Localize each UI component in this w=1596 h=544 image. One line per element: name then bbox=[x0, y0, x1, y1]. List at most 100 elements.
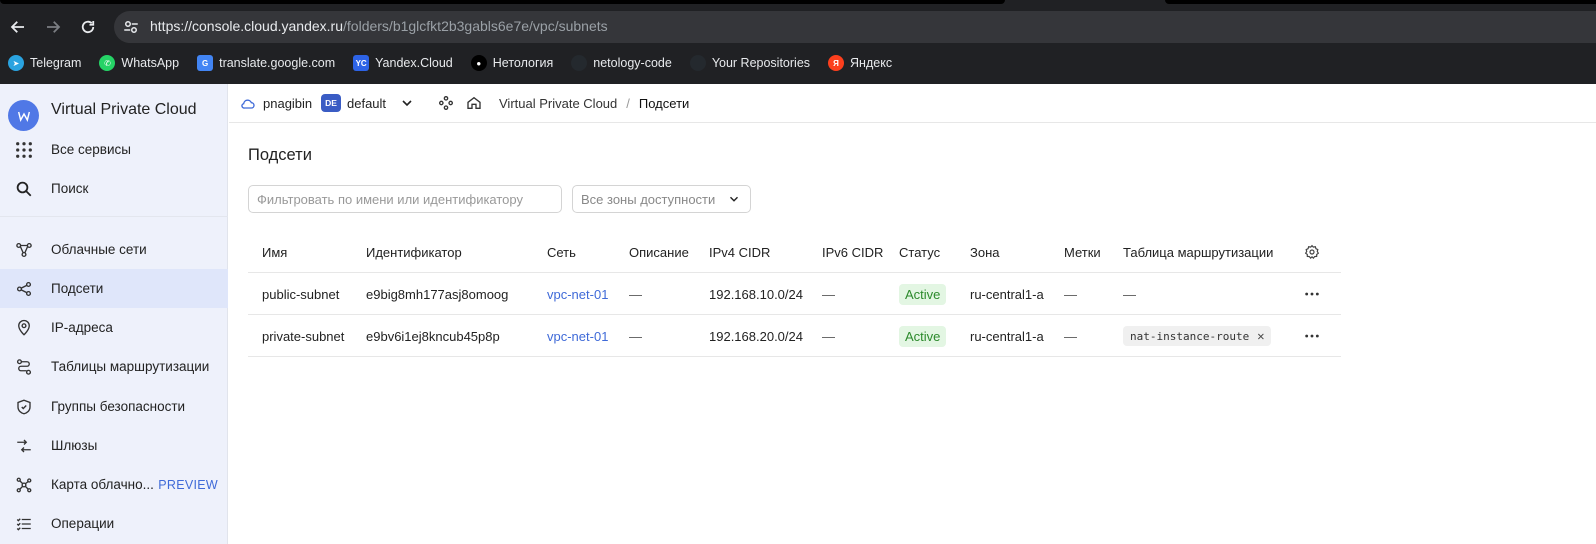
service-title-label: Virtual Private Cloud bbox=[51, 101, 197, 118]
sidebar-item-label: Все сервисы bbox=[51, 142, 131, 157]
cell-ipv6: — bbox=[822, 328, 835, 344]
sidebar-item-map[interactable]: Карта облачно... PREVIEW bbox=[0, 465, 228, 504]
sidebar-item-all-services[interactable]: Все сервисы bbox=[0, 130, 228, 169]
cell-status: Active bbox=[899, 273, 947, 315]
bookmark-item[interactable]: ➤ Telegram bbox=[8, 50, 91, 76]
table-row[interactable]: private-subnet e9bv6i1ej8kncub45p8p vpc-… bbox=[248, 315, 1341, 357]
vpc-logo-icon bbox=[8, 100, 39, 131]
yandex-icon: Я bbox=[828, 55, 845, 71]
zone-select-value: Все зоны доступности bbox=[581, 192, 716, 207]
folder-badge: DE bbox=[321, 94, 341, 112]
bookmark-item[interactable]: Gtranslate.google.com bbox=[197, 50, 345, 76]
reload-button[interactable] bbox=[75, 14, 101, 40]
sidebar-item-subnets[interactable]: Подсети bbox=[0, 269, 228, 308]
folder-name[interactable]: default bbox=[347, 96, 386, 111]
filter-field[interactable] bbox=[248, 185, 562, 213]
bookmark-label: netology-code bbox=[593, 56, 672, 70]
bookmark-item[interactable]: Я Яндекс bbox=[828, 50, 902, 76]
bookmarks-bar: ➤ Telegram ✆ WhatsApp Gtranslate.google.com Y… bbox=[0, 50, 902, 76]
cell-name[interactable]: public-subnet bbox=[262, 273, 339, 315]
column-header-zone[interactable]: Зона bbox=[970, 231, 1000, 273]
column-header-ipv6[interactable]: IPv6 CIDR bbox=[822, 231, 883, 273]
cell-id: e9big8mh177asj8omoog bbox=[366, 286, 509, 302]
sidebar-item-label: Группы безопасности bbox=[51, 399, 186, 414]
google-translate-icon: G bbox=[197, 55, 214, 71]
status-badge: Active bbox=[899, 325, 947, 347]
sidebar-divider bbox=[0, 216, 228, 217]
sidebar-item-gateway[interactable]: Шлюзы bbox=[0, 426, 228, 465]
sidebar-item-label: Карта облачно... bbox=[51, 477, 154, 492]
breadcrumb-service[interactable]: Virtual Private Cloud bbox=[499, 96, 617, 111]
breadcrumb: Virtual Private Cloud / Подсети bbox=[499, 96, 689, 111]
column-header-route-table[interactable]: Таблица маршрутизации bbox=[1123, 231, 1273, 273]
browser-chrome: https://console.cloud.yandex.ru/folders/… bbox=[0, 0, 1596, 84]
cell-labels: — bbox=[1064, 286, 1077, 302]
address-bar[interactable]: https://console.cloud.yandex.ru/folders/… bbox=[114, 11, 1596, 43]
column-header-description[interactable]: Описание bbox=[629, 231, 689, 273]
column-header-ipv4[interactable]: IPv4 CIDR bbox=[709, 231, 770, 273]
hierarchy-icon[interactable] bbox=[438, 95, 454, 111]
filter-input[interactable] bbox=[249, 186, 561, 212]
sidebar-item-route[interactable]: Таблицы маршрутизации bbox=[0, 347, 228, 386]
sidebar-item-list[interactable]: Операции bbox=[0, 504, 228, 543]
cell-network-link[interactable]: vpc-net-01 bbox=[547, 273, 608, 315]
sidebar-item-location-pin[interactable]: IP-адреса bbox=[0, 308, 228, 347]
close-icon[interactable]: ✕ bbox=[1257, 329, 1264, 343]
chevron-down-icon[interactable] bbox=[399, 95, 415, 111]
column-header-id[interactable]: Идентификатор bbox=[366, 231, 462, 273]
forward-button[interactable] bbox=[40, 14, 66, 40]
telegram-icon: ➤ bbox=[8, 55, 24, 71]
sidebar-item-shield[interactable]: Группы безопасности bbox=[0, 387, 228, 426]
cell-ipv4: 192.168.20.0/24 bbox=[709, 328, 803, 344]
page-title: Подсети bbox=[248, 146, 312, 164]
service-title[interactable]: Virtual Private Cloud bbox=[0, 90, 228, 131]
subnets-table: Имя Идентификатор Сеть Описание IPv4 CID… bbox=[248, 231, 1341, 357]
home-icon[interactable] bbox=[466, 95, 482, 111]
github-icon bbox=[689, 55, 706, 71]
tab-strip bbox=[0, 0, 1596, 6]
bookmark-item[interactable]: Your Repositories bbox=[689, 50, 820, 76]
whatsapp-icon: ✆ bbox=[99, 55, 116, 71]
chevron-down-icon bbox=[730, 196, 738, 202]
sidebar-item-search[interactable]: Поиск bbox=[0, 169, 228, 208]
site-settings-icon[interactable] bbox=[122, 18, 140, 36]
cell-ipv6: — bbox=[822, 286, 835, 302]
cell-route-table: — bbox=[1123, 286, 1136, 302]
route-table-tag[interactable]: nat-instance-route ✕ bbox=[1123, 326, 1272, 346]
cell-labels: — bbox=[1064, 328, 1077, 344]
bookmark-label: Yandex.Cloud bbox=[375, 56, 453, 70]
cloud-name[interactable]: pnagibin bbox=[263, 96, 312, 111]
shield-icon bbox=[14, 397, 34, 417]
column-settings-button[interactable] bbox=[1304, 231, 1320, 273]
gateway-icon bbox=[14, 436, 34, 456]
yandex-cloud-icon: YC bbox=[353, 55, 370, 71]
column-header-name[interactable]: Имя bbox=[262, 231, 287, 273]
cell-name[interactable]: private-subnet bbox=[262, 315, 344, 357]
route-icon bbox=[14, 357, 34, 377]
url-text: https://console.cloud.yandex.ru/folders/… bbox=[150, 18, 608, 34]
location-pin-icon bbox=[14, 318, 34, 338]
preview-badge: PREVIEW bbox=[158, 477, 218, 492]
zone-select[interactable]: Все зоны доступности bbox=[572, 185, 751, 213]
table-row[interactable]: public-subnet e9big8mh177asj8omoog vpc-n… bbox=[248, 273, 1341, 315]
cell-network-link[interactable]: vpc-net-01 bbox=[547, 315, 608, 357]
list-icon bbox=[14, 514, 34, 534]
cell-zone: ru-central1-a bbox=[970, 286, 1044, 302]
bookmark-item[interactable]: netology-code bbox=[571, 50, 682, 76]
sidebar-item-network[interactable]: Облачные сети bbox=[0, 230, 228, 269]
netology-icon: ● bbox=[470, 55, 487, 71]
cell-description: — bbox=[629, 286, 642, 302]
row-actions-button[interactable] bbox=[1303, 273, 1321, 315]
column-header-network[interactable]: Сеть bbox=[547, 231, 576, 273]
column-header-status[interactable]: Статус bbox=[899, 231, 940, 273]
cell-ipv4: 192.168.10.0/24 bbox=[709, 286, 803, 302]
bookmark-item[interactable]: ● Нетология bbox=[470, 50, 564, 76]
column-header-labels[interactable]: Метки bbox=[1064, 231, 1101, 273]
search-icon bbox=[14, 179, 34, 199]
reload-icon bbox=[81, 20, 95, 34]
row-actions-button[interactable] bbox=[1303, 315, 1321, 357]
bookmark-item[interactable]: ✆ WhatsApp bbox=[99, 50, 189, 76]
breadcrumb-separator: / bbox=[626, 96, 630, 111]
bookmark-item[interactable]: YC Yandex.Cloud bbox=[353, 50, 463, 76]
back-button[interactable] bbox=[5, 14, 31, 40]
